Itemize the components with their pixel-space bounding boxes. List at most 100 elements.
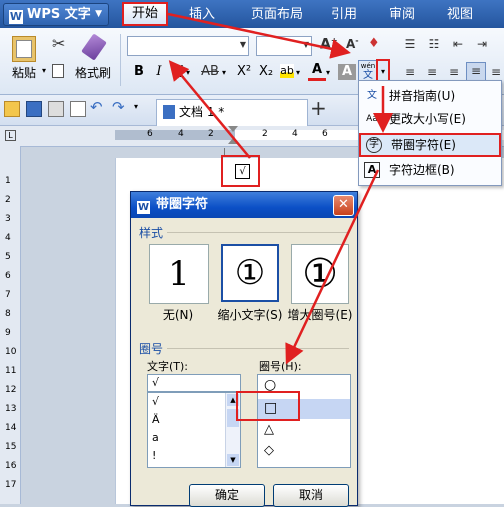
- scroll-down-icon[interactable]: ▼: [227, 454, 239, 466]
- character-shading-button[interactable]: A: [338, 64, 356, 80]
- enclosure-field-label: 圈号(H):: [259, 360, 302, 373]
- format-painter-label[interactable]: 格式刷: [72, 64, 114, 81]
- numbered-list-icon[interactable]: ☷: [426, 36, 442, 52]
- style-label-none[interactable]: 无(N): [143, 306, 213, 323]
- menu-item-enclose-characters[interactable]: 字 带圈字符(E): [359, 133, 501, 157]
- font-color-button[interactable]: A: [308, 62, 326, 81]
- ruler-number: 5: [5, 252, 11, 262]
- enclosure-list[interactable]: ○ □ △ ◇: [257, 374, 351, 468]
- chevron-down-icon[interactable]: ▾: [186, 68, 190, 77]
- paste-button-label[interactable]: 粘贴: [6, 64, 42, 81]
- character-border-icon: A: [364, 162, 380, 178]
- list-item[interactable]: Ä: [152, 413, 160, 426]
- align-center-icon[interactable]: ≡: [424, 64, 440, 80]
- highlight-icon[interactable]: ab: [280, 64, 294, 78]
- enclosure-triangle[interactable]: △: [264, 422, 274, 437]
- save-icon[interactable]: [26, 101, 42, 117]
- chevron-down-icon[interactable]: ▾: [134, 102, 138, 111]
- justify-icon[interactable]: ≡: [466, 62, 486, 82]
- print-icon[interactable]: [48, 101, 64, 117]
- ruler-number: 4: [292, 129, 298, 139]
- ruler-number: 12: [5, 385, 17, 395]
- list-item[interactable]: a: [152, 431, 159, 444]
- bold-button[interactable]: B: [130, 62, 148, 82]
- tab-references[interactable]: 引用: [322, 4, 366, 26]
- text-input[interactable]: √: [147, 374, 241, 392]
- menu-item-character-border[interactable]: A 字符边框(B): [359, 159, 501, 181]
- ruler-number: 2: [208, 129, 214, 139]
- enclose-character-icon: 字: [366, 137, 382, 153]
- list-item[interactable]: !: [152, 449, 156, 462]
- enclosed-character[interactable]: √: [235, 164, 250, 179]
- app-menu-button[interactable]: W WPS 文字 ▼: [3, 3, 109, 26]
- style-option-shrink-text[interactable]: ①: [221, 244, 279, 302]
- close-button[interactable]: ✕: [333, 195, 354, 216]
- enclose-characters-dialog: W 带圈字符 ✕ 样式 1 ① ① 无(N) 缩小文字(S) 增大圈号(E) 圈号…: [130, 191, 358, 507]
- chevron-down-icon: ▼: [239, 40, 246, 49]
- ruler-corner[interactable]: L: [0, 126, 20, 146]
- grow-font-icon[interactable]: A+: [320, 36, 338, 53]
- cut-icon[interactable]: ✂: [52, 34, 65, 53]
- copy-icon[interactable]: [52, 64, 64, 78]
- dialog-title: 带圈字符: [156, 197, 209, 212]
- italic-button[interactable]: I: [150, 62, 168, 82]
- print-preview-icon[interactable]: [70, 101, 86, 117]
- ruler-number: 10: [5, 347, 17, 357]
- chevron-down-icon: ▼: [95, 9, 102, 19]
- chevron-down-icon[interactable]: ▾: [326, 68, 330, 77]
- wps-logo-icon: W: [9, 10, 23, 24]
- text-list[interactable]: √ Ä a ! ▲ ▼: [147, 392, 241, 468]
- tab-stop-icon: L: [5, 130, 16, 141]
- highlight-box: [236, 391, 300, 421]
- ruler-number: 9: [5, 328, 11, 338]
- subscript-button[interactable]: X₂: [256, 62, 276, 82]
- distribute-icon[interactable]: ≡: [488, 64, 504, 80]
- style-label-enlarge-symbol[interactable]: 增大圈号(E): [285, 306, 355, 323]
- new-tab-button[interactable]: +: [310, 96, 327, 120]
- tab-view[interactable]: 视图: [438, 4, 482, 26]
- redo-icon[interactable]: ↷: [112, 98, 125, 116]
- paste-paper-icon: [16, 40, 32, 58]
- align-right-icon[interactable]: ≡: [446, 64, 462, 80]
- divider: [167, 348, 349, 349]
- decrease-indent-icon[interactable]: ⇤: [450, 36, 466, 52]
- style-option-none[interactable]: 1: [149, 244, 209, 304]
- font-name-select[interactable]: ▼: [127, 36, 249, 56]
- paste-dropdown-icon[interactable]: ▾: [42, 66, 46, 75]
- ruler-number: 14: [5, 423, 17, 433]
- dialog-titlebar[interactable]: W 带圈字符 ✕: [131, 192, 357, 218]
- undo-icon[interactable]: ↶: [90, 98, 103, 116]
- tab-home[interactable]: 开始: [122, 2, 168, 26]
- clear-format-icon[interactable]: ♦: [368, 36, 380, 51]
- ruler-number: 6: [322, 129, 328, 139]
- shrink-font-icon[interactable]: A-: [346, 36, 359, 51]
- ruler-number: 6: [147, 129, 153, 139]
- enclosure-diamond[interactable]: ◇: [264, 443, 274, 458]
- align-left-icon[interactable]: ≡: [402, 64, 418, 80]
- chevron-down-icon[interactable]: ▾: [296, 68, 300, 77]
- menu-item-phonetic-guide[interactable]: 文 拼音指南(U): [359, 85, 501, 107]
- document-tab[interactable]: 文档 1 *: [156, 99, 308, 126]
- enclosure-group-label: 圈号: [139, 342, 164, 356]
- chevron-down-icon[interactable]: ▾: [222, 68, 226, 77]
- list-item[interactable]: √: [152, 395, 159, 408]
- style-option-enlarge-symbol[interactable]: ①: [291, 244, 349, 304]
- ruler-number: 1: [5, 176, 11, 186]
- style-label-shrink-text[interactable]: 缩小文字(S): [215, 306, 285, 323]
- tab-page-layout[interactable]: 页面布局: [240, 4, 314, 26]
- ruler-number: 4: [5, 233, 11, 243]
- superscript-button[interactable]: X²: [234, 62, 254, 82]
- tab-review[interactable]: 审阅: [380, 4, 424, 26]
- menu-item-change-case[interactable]: Aa 更改大小写(E): [359, 108, 501, 130]
- tab-insert[interactable]: 插入: [180, 4, 224, 26]
- font-size-select[interactable]: ▼: [256, 36, 312, 56]
- indent-marker-icon[interactable]: [228, 126, 238, 132]
- ruler-number: 15: [5, 442, 17, 452]
- indent-marker-icon[interactable]: [228, 138, 238, 144]
- increase-indent-icon[interactable]: ⇥: [474, 36, 490, 52]
- ruler-number: 3: [5, 214, 11, 224]
- folder-icon[interactable]: [4, 101, 20, 117]
- strikethrough-button[interactable]: AB: [198, 62, 222, 82]
- bullet-list-icon[interactable]: ☰: [402, 36, 418, 52]
- ruler-number: 2: [262, 129, 268, 139]
